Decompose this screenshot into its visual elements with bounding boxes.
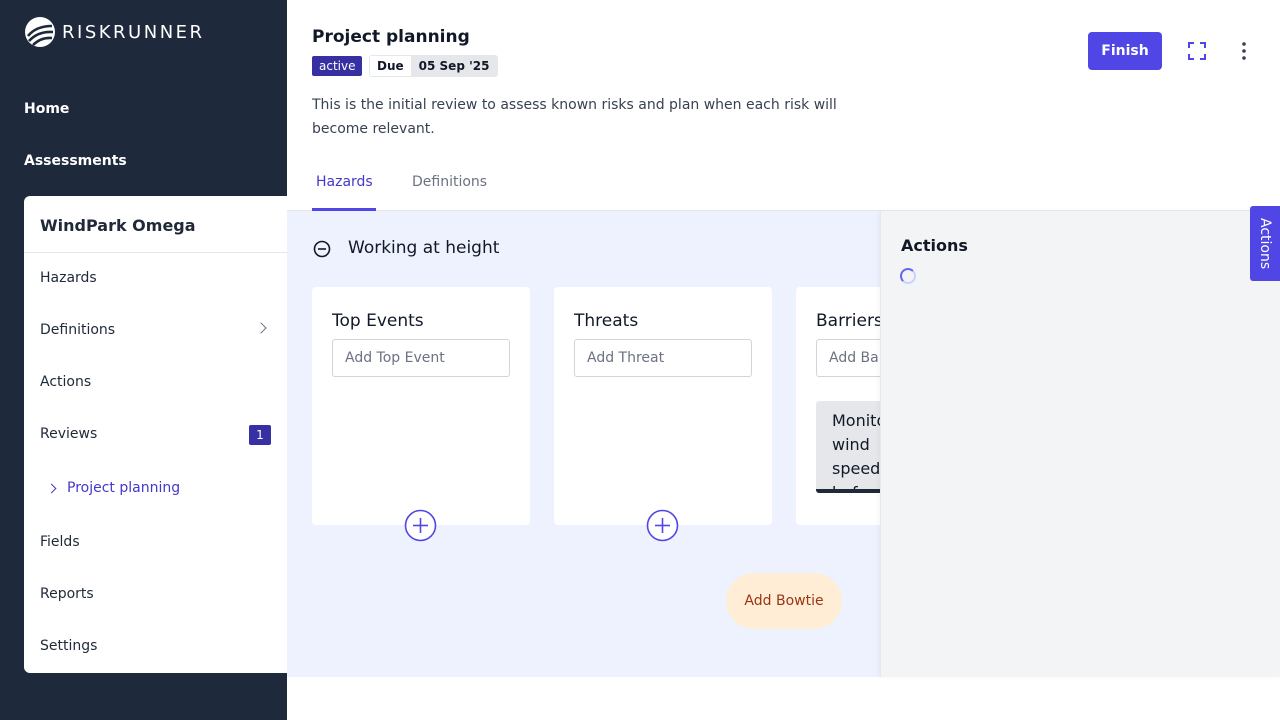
hazard-title: Working at height	[348, 238, 500, 258]
sidebar-item-reviews[interactable]: Reviews	[40, 426, 97, 442]
nav-assessments[interactable]: Assessments	[24, 153, 127, 169]
project-title[interactable]: WindPark Omega	[40, 216, 196, 235]
add-top-event-input[interactable]	[332, 339, 510, 377]
top-events-column: Top Events	[312, 287, 530, 542]
riskrunner-logo-icon	[25, 17, 55, 47]
sidebar-item-settings[interactable]: Settings	[40, 638, 97, 654]
actions-panel-toggle[interactable]: Actions	[1250, 206, 1280, 281]
column-title: Barriers	[816, 311, 883, 331]
tab-hazards[interactable]: Hazards	[316, 174, 373, 190]
add-threat-input[interactable]	[574, 339, 752, 377]
status-badge: active	[312, 56, 363, 76]
due-label: Due	[370, 56, 411, 76]
loading-spinner-icon	[900, 268, 916, 284]
column-title: Top Events	[332, 311, 424, 331]
finish-button[interactable]: Finish	[1088, 32, 1162, 70]
sidebar: RISKRUNNER Home Assessments WindPark Ome…	[0, 0, 287, 720]
app-name: RISKRUNNER	[62, 21, 205, 43]
sidebar-item-reports[interactable]: Reports	[40, 586, 94, 602]
nav-home[interactable]: Home	[24, 101, 69, 117]
page-title: Project planning	[312, 27, 470, 47]
more-vertical-icon[interactable]	[1234, 41, 1254, 61]
project-nav-card: WindPark Omega Hazards Definitions Actio…	[24, 196, 287, 673]
tab-definitions[interactable]: Definitions	[412, 174, 487, 190]
sidebar-item-hazards[interactable]: Hazards	[40, 270, 97, 286]
actions-panel: Actions	[880, 211, 1280, 677]
sidebar-item-project-planning[interactable]: Project planning	[46, 480, 181, 496]
actions-panel-title: Actions	[901, 236, 968, 255]
chevron-right-icon	[46, 483, 57, 493]
fullscreen-icon[interactable]	[1187, 41, 1207, 61]
add-bowtie-button[interactable]: Add Bowtie	[726, 573, 842, 629]
app-logo[interactable]: RISKRUNNER	[24, 16, 205, 48]
collapse-minus-icon[interactable]	[313, 240, 331, 258]
add-circle-icon[interactable]	[646, 509, 679, 542]
review-description: This is the initial review to assess kno…	[312, 97, 837, 137]
add-circle-icon[interactable]	[404, 509, 437, 542]
chevron-right-icon[interactable]	[255, 322, 267, 334]
sidebar-item-definitions[interactable]: Definitions	[40, 322, 115, 338]
reviews-count-badge: 1	[249, 425, 271, 445]
column-title: Threats	[574, 311, 639, 331]
sidebar-item-fields[interactable]: Fields	[40, 534, 80, 550]
actions-tab-label: Actions	[1257, 217, 1273, 270]
due-date-badge: Due 05 Sep '25	[369, 55, 499, 77]
sidebar-item-label: Project planning	[67, 480, 181, 496]
threats-column: Threats	[554, 287, 772, 542]
due-date: 05 Sep '25	[410, 56, 498, 76]
sidebar-item-actions[interactable]: Actions	[40, 374, 91, 390]
divider	[24, 252, 287, 253]
